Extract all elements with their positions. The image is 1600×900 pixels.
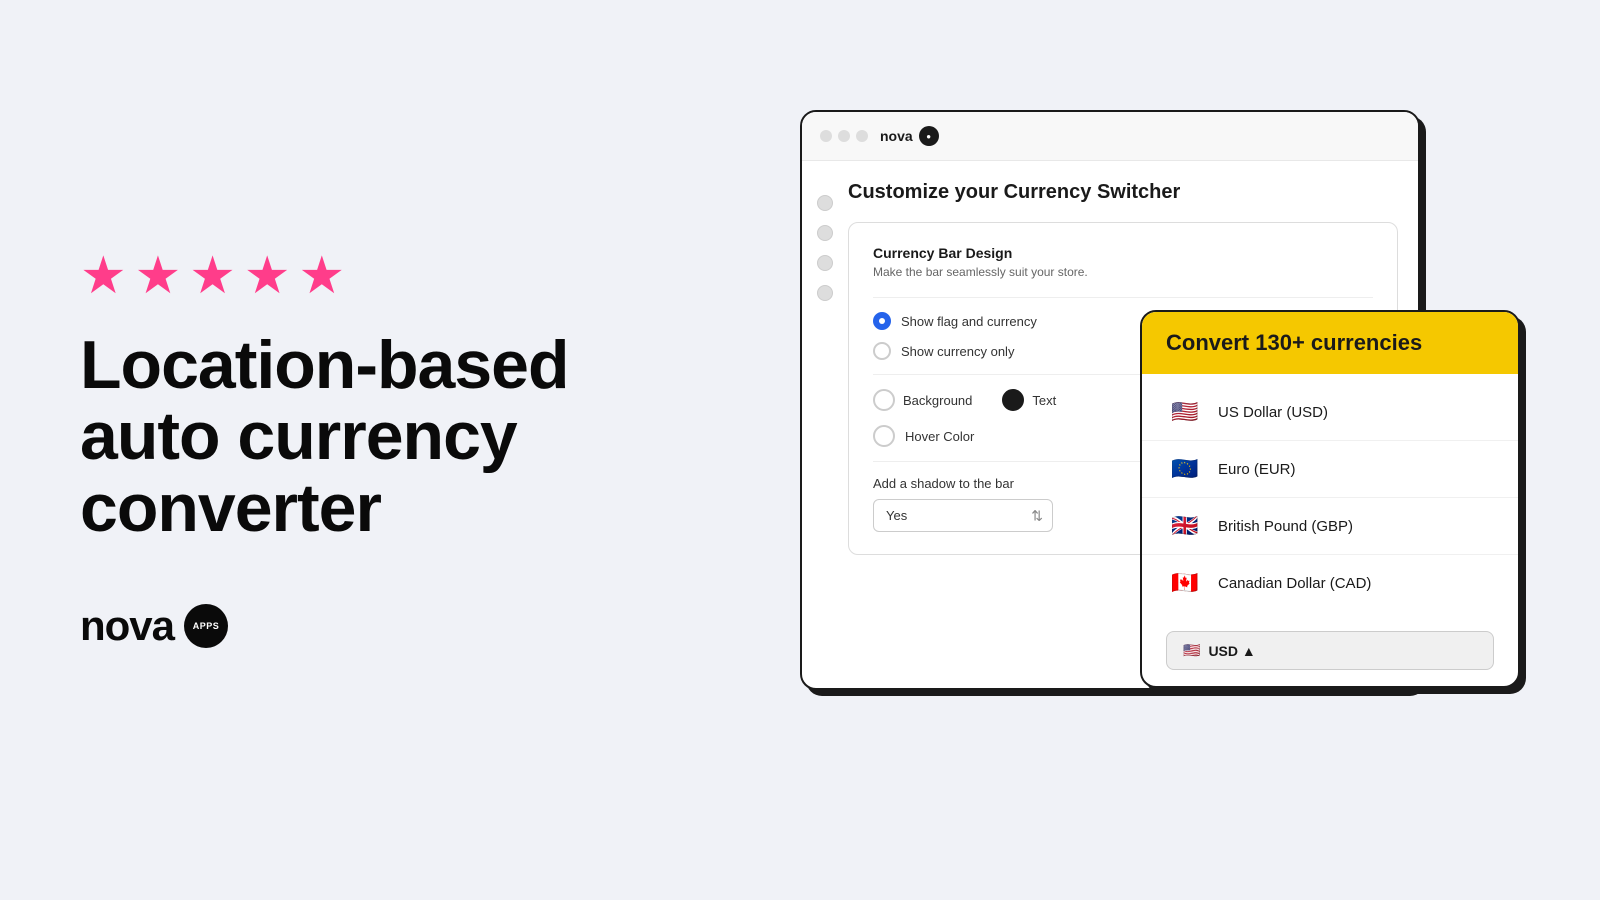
currency-item-gbp[interactable]: 🇬🇧 British Pound (GBP)	[1142, 498, 1518, 555]
flag-eur: 🇪🇺	[1166, 455, 1204, 483]
text-color-option[interactable]: Text	[1002, 389, 1056, 411]
currency-name-usd: US Dollar (USD)	[1218, 404, 1328, 421]
flag-bar-usd: 🇺🇸	[1183, 642, 1200, 659]
currency-name-gbp: British Pound (GBP)	[1218, 518, 1353, 535]
star-2: ★	[135, 250, 182, 302]
page-title: Customize your Currency Switcher	[848, 181, 1398, 204]
logo-badge: apps	[184, 604, 228, 648]
card-subtitle: Make the bar seamlessly suit your store.	[873, 265, 1373, 279]
hover-swatch[interactable]	[873, 425, 895, 447]
radio-currency-only-label: Show currency only	[901, 344, 1014, 359]
nova-favicon: ●	[919, 126, 939, 146]
sidebar-dots	[812, 181, 838, 667]
currency-list: 🇺🇸 US Dollar (USD) 🇪🇺 Euro (EUR) 🇬🇧 Brit…	[1142, 374, 1518, 621]
headline-text: Location-based auto currency converter	[80, 330, 600, 544]
currency-name-eur: Euro (EUR)	[1218, 461, 1296, 478]
url-text: nova	[880, 128, 913, 144]
radio-currency-only[interactable]	[873, 342, 891, 360]
star-4: ★	[244, 250, 291, 302]
divider-1	[873, 297, 1373, 298]
window-controls	[820, 130, 868, 142]
dot-maximize	[856, 130, 868, 142]
flag-gbp: 🇬🇧	[1166, 512, 1204, 540]
background-color-option[interactable]: Background	[873, 389, 972, 411]
star-5: ★	[299, 250, 346, 302]
radio-flag-label: Show flag and currency	[901, 314, 1037, 329]
currency-converter-card: Convert 130+ currencies 🇺🇸 US Dollar (US…	[1140, 310, 1520, 688]
currency-item-eur[interactable]: 🇪🇺 Euro (EUR)	[1142, 441, 1518, 498]
text-label: Text	[1032, 393, 1056, 408]
nova-logo: nova apps	[80, 602, 600, 650]
bar-currency-text: USD ▲	[1208, 643, 1255, 659]
shadow-select-wrapper[interactable]: Yes No ⇅	[873, 499, 1053, 532]
logo-wordmark: nova	[80, 602, 174, 650]
dot-close	[820, 130, 832, 142]
url-bar: nova ●	[880, 126, 939, 146]
sidebar-dot-3	[817, 255, 833, 271]
currency-item-cad[interactable]: 🇨🇦 Canadian Dollar (CAD)	[1142, 555, 1518, 611]
currency-card-header: Convert 130+ currencies	[1142, 312, 1518, 374]
dot-minimize	[838, 130, 850, 142]
right-panel: nova ● Customize your Currency Switcher …	[800, 110, 1520, 790]
sidebar-dot-1	[817, 195, 833, 211]
hover-label: Hover Color	[905, 429, 974, 444]
star-rating: ★ ★ ★ ★ ★	[80, 250, 600, 302]
left-panel: ★ ★ ★ ★ ★ Location-based auto currency c…	[80, 250, 600, 650]
shadow-select[interactable]: Yes No	[873, 499, 1053, 532]
star-1: ★	[80, 250, 127, 302]
flag-usd: 🇺🇸	[1166, 398, 1204, 426]
currency-item-usd[interactable]: 🇺🇸 US Dollar (USD)	[1142, 384, 1518, 441]
star-3: ★	[189, 250, 236, 302]
sidebar-dot-4	[817, 285, 833, 301]
badge-text: apps	[193, 621, 220, 631]
currency-bar[interactable]: 🇺🇸 USD ▲	[1166, 631, 1494, 670]
radio-flag-currency[interactable]	[873, 312, 891, 330]
background-swatch[interactable]	[873, 389, 895, 411]
card-title: Currency Bar Design	[873, 245, 1373, 261]
background-label: Background	[903, 393, 972, 408]
sidebar-dot-2	[817, 225, 833, 241]
flag-cad: 🇨🇦	[1166, 569, 1204, 597]
currency-name-cad: Canadian Dollar (CAD)	[1218, 575, 1371, 592]
browser-titlebar: nova ●	[802, 112, 1418, 161]
text-swatch[interactable]	[1002, 389, 1024, 411]
